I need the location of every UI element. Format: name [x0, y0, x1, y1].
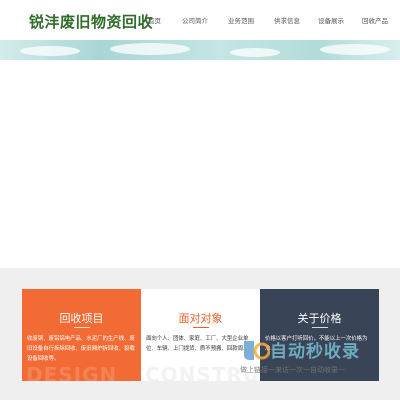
card-title: 面对对象 [178, 312, 223, 325]
main-nav: 首页 公司简介 业务范围 供求信息 设备展示 回收产品 [0, 15, 400, 27]
card-title: 关于价格 [297, 312, 342, 325]
brand-title: 自动秒收录 [270, 342, 360, 362]
card-text: 收废铜、废铝铝电产品、水泥厂的生产线、废旧设备自行拆除回收、废旧厢炉拆回收、裂载… [27, 336, 135, 362]
divider [192, 327, 209, 328]
sky-banner [0, 40, 400, 60]
nav-item-business[interactable]: 业务范围 [228, 15, 254, 25]
nav-item-supply[interactable]: 供求信息 [274, 15, 300, 25]
nav-item-home[interactable]: 首页 [148, 15, 161, 25]
header: 锐沣废旧物资回收 首页 公司简介 业务范围 供求信息 设备展示 回收产品 [0, 0, 400, 40]
nav-item-equipment[interactable]: 设备展示 [318, 15, 344, 25]
brand-logo-icon [244, 341, 270, 360]
nav-item-about[interactable]: 公司简介 [182, 15, 208, 25]
nav-item-products[interactable]: 回收产品 [362, 15, 388, 25]
card-recycle-projects[interactable]: 回收项目 收废铜、废铝铝电产品、水泥厂的生产线、废旧设备自行拆除回收、废旧厢炉拆… [22, 289, 141, 381]
card-watermark: DESIGN [26, 363, 118, 381]
auto-index-watermark: 自动秒收录 做上链接一来访一次一自动收录一 [230, 325, 390, 385]
card-title: 回收项目 [59, 312, 104, 325]
divider [73, 327, 90, 328]
main-content-blank [0, 60, 400, 268]
brand-tagline: 做上链接一来访一次一自动收录一 [240, 367, 345, 374]
